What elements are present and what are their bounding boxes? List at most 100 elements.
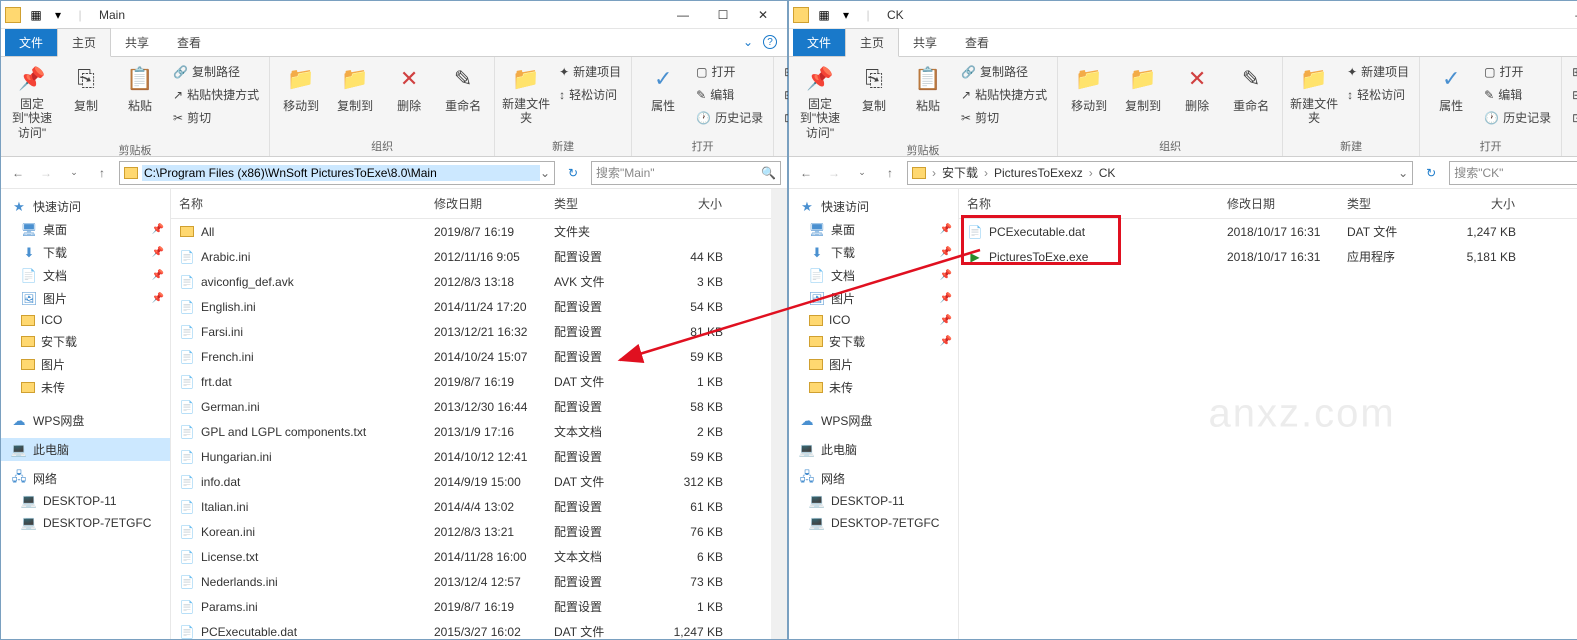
refresh-button[interactable]: ↻: [1419, 161, 1443, 185]
file-row[interactable]: 📄Korean.ini2012/8/3 13:21配置设置76 KB: [171, 519, 771, 544]
nav-pictures[interactable]: 🖼图片📌: [789, 287, 958, 310]
nav-quickaccess[interactable]: ★快速访问: [1, 195, 170, 218]
newfolder-button[interactable]: 📁新建文件夹: [1289, 59, 1339, 126]
pasteshortcut-button[interactable]: ↗粘贴快捷方式: [957, 84, 1051, 105]
tab-home[interactable]: 主页: [845, 28, 899, 57]
tab-view[interactable]: 查看: [163, 29, 215, 56]
nav-pc1[interactable]: 💻DESKTOP-11: [789, 490, 958, 512]
forward-button[interactable]: →: [35, 162, 57, 184]
qat-newfolder[interactable]: ▾: [836, 5, 856, 25]
file-row[interactable]: 📄PCExecutable.dat2018/10/17 16:31DAT 文件1…: [959, 219, 1577, 244]
cut-button[interactable]: ✂剪切: [957, 107, 1051, 128]
maximize-button[interactable]: ☐: [703, 1, 743, 29]
nav-thispc[interactable]: 💻此电脑: [789, 438, 958, 461]
edit-button[interactable]: ✎编辑: [692, 84, 767, 105]
copypath-button[interactable]: 🔗复制路径: [957, 61, 1051, 82]
newfolder-button[interactable]: 📁新建文件夹: [501, 59, 551, 126]
recent-button[interactable]: ⌄: [851, 162, 873, 184]
chevron-icon[interactable]: ›: [930, 166, 938, 180]
crumb[interactable]: 安下载: [938, 164, 982, 181]
address-input-box[interactable]: ⌄: [119, 161, 555, 185]
file-row[interactable]: 📄GPL and LGPL components.txt2013/1/9 17:…: [171, 419, 771, 444]
address-dropdown-icon[interactable]: ⌄: [1398, 166, 1408, 180]
nav-network[interactable]: 🖧网络: [1, 467, 170, 490]
open-button[interactable]: ▢打开: [692, 61, 767, 82]
properties-button[interactable]: ✓属性: [1426, 59, 1476, 114]
paste-button[interactable]: 📋粘贴: [903, 59, 953, 114]
col-size[interactable]: 大小: [661, 189, 731, 218]
easyaccess-button[interactable]: ↕轻松访问: [555, 84, 625, 105]
nav-wps[interactable]: ☁WPS网盘: [1, 409, 170, 432]
copy-button[interactable]: ⎘复制: [61, 59, 111, 114]
nav-ico[interactable]: ICO📌: [789, 310, 958, 330]
titlebar[interactable]: ▦ ▾ | CK — ☐: [789, 1, 1577, 29]
file-row[interactable]: 📄aviconfig_def.avk2012/8/3 13:18AVK 文件3 …: [171, 269, 771, 294]
history-button[interactable]: 🕐历史记录: [692, 107, 767, 128]
help-icon[interactable]: ?: [763, 35, 777, 49]
col-date[interactable]: 修改日期: [1219, 189, 1339, 218]
up-button[interactable]: ↑: [879, 162, 901, 184]
moveto-button[interactable]: 📁移动到: [1064, 59, 1114, 114]
nav-pictures2[interactable]: 图片: [1, 353, 170, 376]
address-input[interactable]: [142, 165, 540, 181]
scrollbar[interactable]: [771, 189, 787, 639]
forward-button[interactable]: →: [823, 162, 845, 184]
file-row[interactable]: 📄License.txt2014/11/28 16:00文本文档6 KB: [171, 544, 771, 569]
address-breadcrumb[interactable]: › 安下载 › PicturesToExexz › CK ⌄: [907, 161, 1413, 185]
nav-pc1[interactable]: 💻DESKTOP-11: [1, 490, 170, 512]
tab-share[interactable]: 共享: [899, 29, 951, 56]
invert-button[interactable]: ⊡反向选择: [1568, 107, 1577, 128]
history-button[interactable]: 🕐历史记录: [1480, 107, 1555, 128]
nav-weichuan[interactable]: 未传: [789, 376, 958, 399]
pin-button[interactable]: 📌固定到"快速访问": [7, 59, 57, 140]
tab-share[interactable]: 共享: [111, 29, 163, 56]
recent-button[interactable]: ⌄: [63, 162, 85, 184]
crumb[interactable]: CK: [1095, 166, 1120, 180]
easyaccess-button[interactable]: ↕轻松访问: [1343, 84, 1413, 105]
qat-newfolder[interactable]: ▾: [48, 5, 68, 25]
nav-anxz[interactable]: 安下载📌: [789, 330, 958, 353]
file-row[interactable]: 📄PCExecutable.dat2015/3/27 16:02DAT 文件1,…: [171, 619, 771, 639]
col-date[interactable]: 修改日期: [426, 189, 546, 218]
file-row[interactable]: 📄Arabic.ini2012/11/16 9:05配置设置44 KB: [171, 244, 771, 269]
qat-properties[interactable]: ▦: [814, 5, 834, 25]
file-row[interactable]: 📄Params.ini2019/8/7 16:19配置设置1 KB: [171, 594, 771, 619]
nav-desktop[interactable]: 🖥桌面📌: [1, 218, 170, 241]
file-row[interactable]: 📄German.ini2013/12/30 16:44配置设置58 KB: [171, 394, 771, 419]
nav-anxz[interactable]: 安下载: [1, 330, 170, 353]
search-box[interactable]: 搜索"CK" 🔍: [1449, 161, 1577, 185]
minimize-button[interactable]: —: [1561, 1, 1577, 29]
file-row[interactable]: 📄Farsi.ini2013/12/21 16:32配置设置81 KB: [171, 319, 771, 344]
back-button[interactable]: ←: [795, 162, 817, 184]
moveto-button[interactable]: 📁移动到: [276, 59, 326, 114]
file-row[interactable]: 📄info.dat2014/9/19 15:00DAT 文件312 KB: [171, 469, 771, 494]
copypath-button[interactable]: 🔗复制路径: [169, 61, 263, 82]
refresh-button[interactable]: ↻: [561, 161, 585, 185]
back-button[interactable]: ←: [7, 162, 29, 184]
nav-pictures[interactable]: 🖼图片📌: [1, 287, 170, 310]
nav-ico[interactable]: ICO: [1, 310, 170, 330]
address-dropdown-icon[interactable]: ⌄: [540, 166, 550, 180]
paste-button[interactable]: 📋粘贴: [115, 59, 165, 114]
file-row[interactable]: 📄frt.dat2019/8/7 16:19DAT 文件1 KB: [171, 369, 771, 394]
search-box[interactable]: 搜索"Main" 🔍: [591, 161, 781, 185]
nav-downloads[interactable]: ⬇下载📌: [789, 241, 958, 264]
pasteshortcut-button[interactable]: ↗粘贴快捷方式: [169, 84, 263, 105]
nav-pc2[interactable]: 💻DESKTOP-7ETGFC: [1, 512, 170, 534]
rename-button[interactable]: ✎重命名: [1226, 59, 1276, 114]
col-name[interactable]: 名称: [959, 189, 1219, 218]
delete-button[interactable]: ✕删除: [1172, 59, 1222, 114]
close-button[interactable]: ✕: [743, 1, 783, 29]
file-list[interactable]: 名称 修改日期 类型 大小 anxz.com 📄PCExecutable.dat…: [959, 189, 1577, 639]
tab-file[interactable]: 文件: [793, 29, 845, 56]
nav-network[interactable]: 🖧网络: [789, 467, 958, 490]
nav-downloads[interactable]: ⬇下载📌: [1, 241, 170, 264]
file-row[interactable]: 📄Hungarian.ini2014/10/12 12:41配置设置59 KB: [171, 444, 771, 469]
file-row[interactable]: All2019/8/7 16:19文件夹: [171, 219, 771, 244]
newitem-button[interactable]: ✦新建项目: [1343, 61, 1413, 82]
chevron-icon[interactable]: ›: [1087, 166, 1095, 180]
chevron-icon[interactable]: ›: [982, 166, 990, 180]
pin-button[interactable]: 📌固定到"快速访问": [795, 59, 845, 140]
copy-button[interactable]: ⎘复制: [849, 59, 899, 114]
selectnone-button[interactable]: ⊟全部取消: [1568, 84, 1577, 105]
